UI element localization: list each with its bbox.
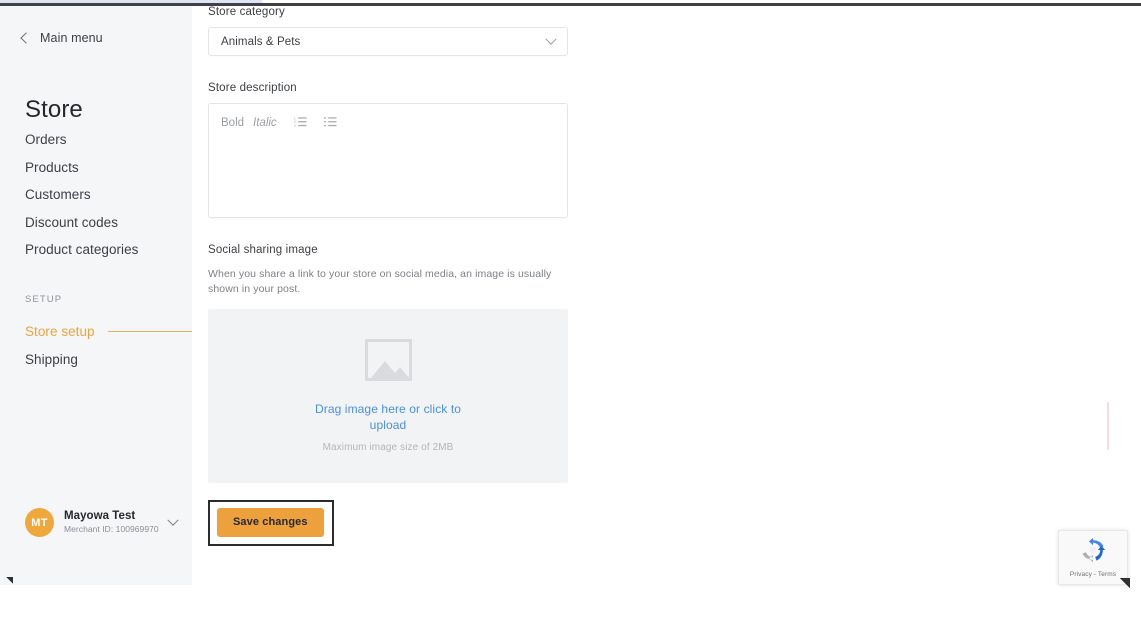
page-edge-marker: [1107, 402, 1109, 450]
save-button-focus-ring: Save changes: [208, 500, 334, 546]
sidebar-item-discount-codes[interactable]: Discount codes: [0, 209, 192, 237]
user-info: Mayowa Test Merchant ID: 100969970: [64, 509, 165, 536]
back-to-main-menu[interactable]: Main menu: [20, 31, 103, 45]
user-name: Mayowa Test: [64, 510, 136, 522]
sidebar-section-setup: SETUP: [25, 294, 63, 305]
active-indicator-rule: [108, 331, 192, 333]
avatar: MT: [25, 508, 54, 537]
main-menu-label: Main menu: [40, 31, 103, 45]
italic-button[interactable]: Italic: [253, 117, 277, 129]
dropzone-cta-text: Drag image here or click to upload: [314, 402, 462, 432]
store-category-value: Animals & Pets: [221, 35, 301, 48]
social-sharing-help-text: When you share a link to your store on s…: [208, 268, 552, 295]
bold-button[interactable]: Bold: [221, 117, 244, 129]
social-image-dropzone[interactable]: Drag image here or click to upload Maxim…: [208, 309, 568, 483]
sidebar: Main menu Store Orders Products Customer…: [0, 6, 192, 585]
sidebar-item-store-setup-label: Store setup: [25, 324, 95, 339]
chevron-down-icon: [545, 33, 557, 45]
save-changes-button[interactable]: Save changes: [217, 508, 324, 537]
recaptcha-badge[interactable]: Privacy - Terms: [1058, 530, 1128, 585]
chevron-down-icon: [167, 514, 179, 526]
store-category-label: Store category: [208, 6, 285, 18]
social-sharing-image-label: Social sharing image: [208, 244, 318, 256]
svg-text:3: 3: [294, 124, 296, 127]
store-category-select[interactable]: Animals & Pets: [208, 27, 568, 56]
user-account-switcher[interactable]: MT Mayowa Test Merchant ID: 100969970: [25, 508, 179, 537]
dropzone-size-hint: Maximum image size of 2MB: [322, 442, 454, 453]
chevron-left-icon: [20, 32, 32, 44]
store-description-label: Store description: [208, 82, 297, 94]
recaptcha-terms-link[interactable]: Privacy - Terms: [1070, 571, 1116, 578]
sidebar-item-products[interactable]: Products: [0, 154, 192, 182]
sidebar-item-product-categories[interactable]: Product categories: [0, 236, 192, 264]
recaptcha-icon: [1080, 537, 1106, 568]
sidebar-setup-nav: Store setup Shipping: [0, 318, 192, 373]
ordered-list-icon[interactable]: 1 2 3: [294, 114, 307, 132]
merchant-id: Merchant ID: 100969970: [64, 524, 159, 534]
image-placeholder-icon: [364, 339, 412, 381]
page-title: Store: [25, 96, 83, 124]
sidebar-item-shipping[interactable]: Shipping: [0, 346, 192, 374]
sidebar-nav: Orders Products Customers Discount codes…: [0, 126, 192, 264]
sidebar-item-store-setup[interactable]: Store setup: [0, 318, 192, 346]
sidebar-item-customers[interactable]: Customers: [0, 181, 192, 209]
sidebar-item-orders[interactable]: Orders: [0, 126, 192, 154]
store-description-input[interactable]: [209, 132, 567, 202]
page-corner-marker: [1118, 578, 1130, 590]
store-setup-form: Store category Animals & Pets Store desc…: [208, 6, 568, 546]
store-description-editor[interactable]: Bold Italic 1 2 3: [208, 103, 568, 218]
editor-toolbar: Bold Italic 1 2 3: [209, 104, 567, 132]
bullet-list-icon[interactable]: [323, 114, 337, 132]
sidebar-corner-marker: [6, 577, 13, 585]
